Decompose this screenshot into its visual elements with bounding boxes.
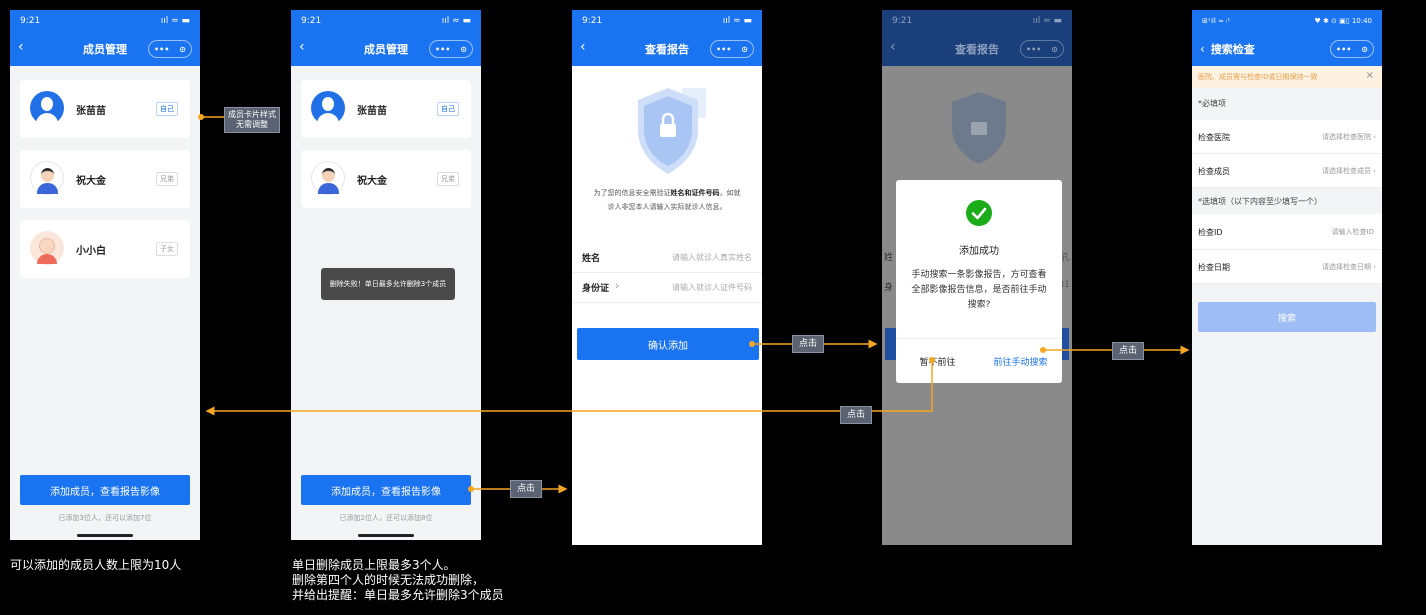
flow-arrows: [198, 114, 1190, 494]
click-label: 点击: [510, 480, 542, 498]
click-label: 点击: [792, 335, 824, 353]
note-delete-limit-1: 单日删除成员上限最多3个人。: [292, 558, 456, 572]
note-delete-limit-2: 删除第四个人的时候无法成功删除，: [292, 573, 485, 587]
flow-arrow-back: [205, 360, 933, 416]
click-label: 点击: [1112, 342, 1144, 360]
note-member-limit: 可以添加的成员人数上限为10人: [10, 558, 182, 572]
note-delete-limit-3: 并给出提醒：单日最多允许删除3个成员: [292, 588, 504, 602]
click-label: 点击: [840, 406, 872, 424]
